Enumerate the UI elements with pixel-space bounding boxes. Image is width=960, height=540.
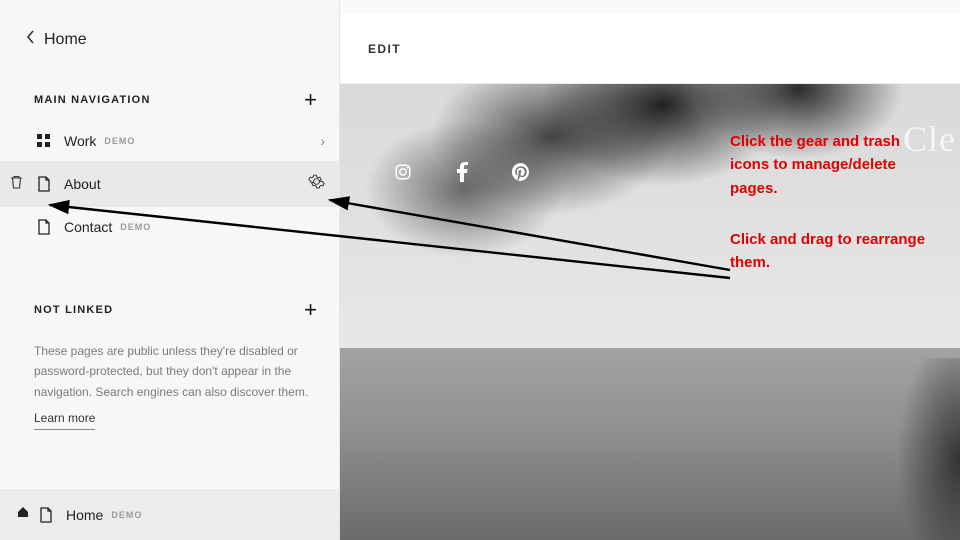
main-nav-title: MAIN NAVIGATION: [34, 94, 151, 106]
instagram-icon[interactable]: [394, 163, 412, 186]
not-linked-section-header: NOT LINKED +: [0, 247, 339, 331]
chevron-left-icon: [26, 30, 36, 49]
main-nav-section-header: MAIN NAVIGATION +: [0, 71, 339, 121]
not-linked-title: NOT LINKED: [34, 304, 113, 316]
trash-icon[interactable]: [10, 175, 23, 194]
demo-badge: DEMO: [111, 510, 142, 520]
nav-item-about[interactable]: About: [0, 161, 339, 207]
breadcrumb-label: Home: [44, 31, 87, 49]
chevron-right-icon: ›: [320, 133, 325, 149]
page-icon: [36, 507, 56, 523]
pages-sidebar: Home MAIN NAVIGATION + Work DEMO › About…: [0, 0, 340, 540]
nav-item-label: Work: [64, 133, 96, 149]
preview-toolbar: EDIT: [340, 14, 960, 84]
add-page-main-nav[interactable]: +: [304, 89, 317, 111]
site-brand-fragment: Cle: [903, 118, 960, 160]
nav-item-contact[interactable]: Contact DEMO: [0, 207, 339, 247]
demo-badge: DEMO: [104, 136, 135, 146]
preview-hero[interactable]: Cle: [340, 84, 960, 540]
home-icon: [16, 505, 30, 524]
learn-more-link[interactable]: Learn more: [34, 408, 95, 429]
demo-badge: DEMO: [120, 222, 151, 232]
not-linked-help-text: These pages are public unless they're di…: [34, 344, 308, 399]
nav-item-work[interactable]: Work DEMO ›: [0, 121, 339, 161]
breadcrumb-back[interactable]: Home: [0, 0, 339, 71]
grid-icon: [34, 133, 54, 149]
not-linked-help: These pages are public unless they're di…: [0, 331, 339, 430]
add-page-not-linked[interactable]: +: [304, 299, 317, 321]
gear-icon[interactable]: [308, 173, 325, 195]
edit-button[interactable]: EDIT: [368, 42, 401, 56]
nav-item-label: Home: [66, 507, 103, 523]
not-linked-item-home[interactable]: Home DEMO: [0, 489, 339, 540]
pinterest-icon[interactable]: [512, 163, 530, 186]
page-icon: [34, 176, 54, 192]
page-icon: [34, 219, 54, 235]
nav-item-label: About: [64, 176, 101, 192]
nav-item-label: Contact: [64, 219, 112, 235]
site-preview: EDIT Cle: [340, 0, 960, 540]
facebook-icon[interactable]: [456, 162, 468, 187]
